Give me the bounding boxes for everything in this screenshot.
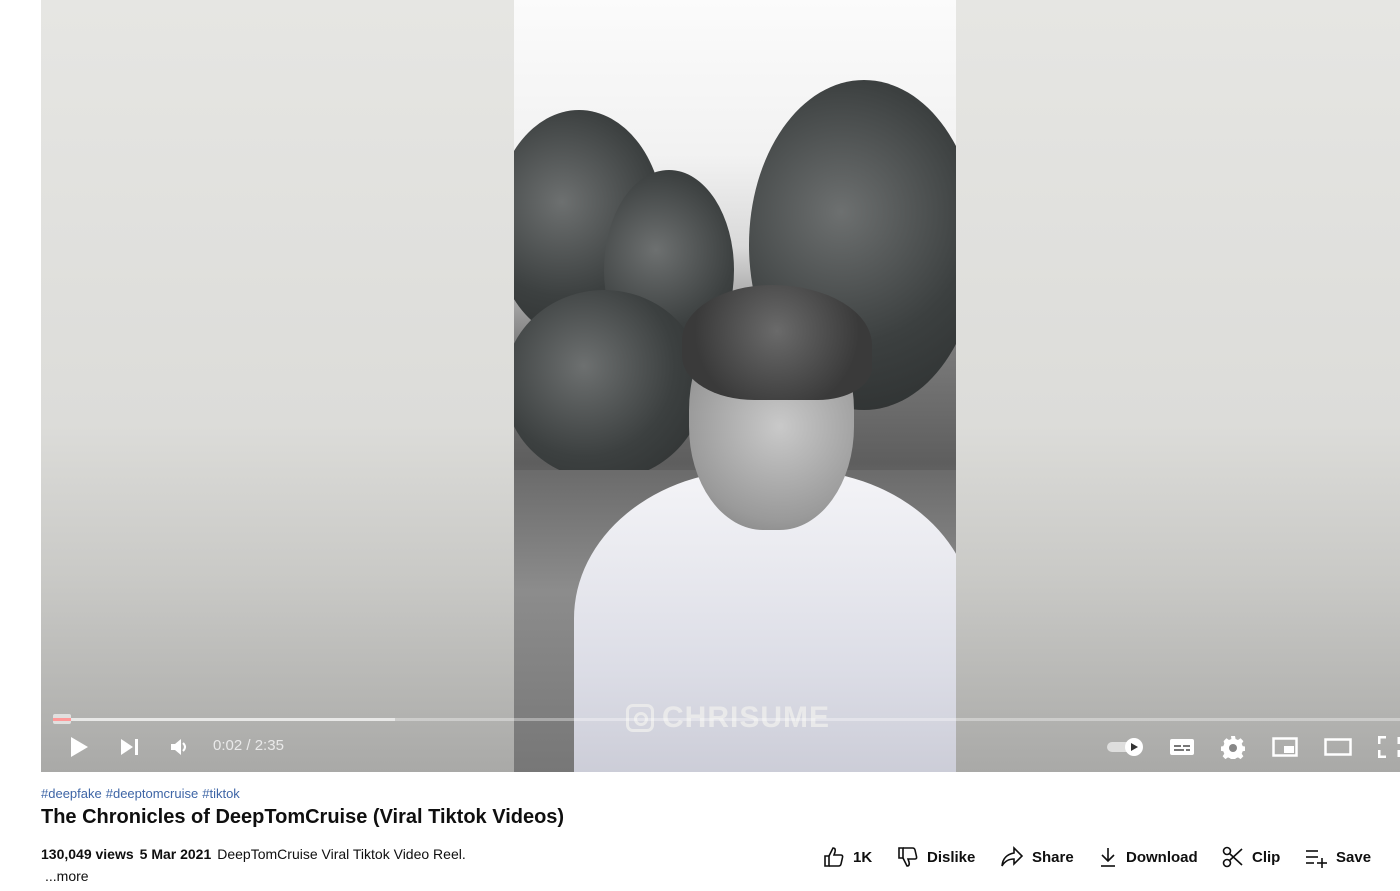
upload-date: 5 Mar 2021 [139, 846, 212, 862]
time-current: 0:02 [213, 737, 243, 754]
theater-button[interactable] [1324, 733, 1352, 761]
play-button[interactable] [67, 733, 91, 761]
fullscreen-button[interactable] [1378, 733, 1400, 761]
volume-button[interactable] [169, 733, 191, 761]
more-link[interactable]: ...more [45, 868, 89, 884]
video-title: The Chronicles of DeepTomCruise (Viral T… [41, 806, 565, 828]
progress-bar[interactable] [53, 718, 1400, 721]
hashtag-list: #deepfake #deeptomcruise #tiktok [41, 786, 240, 801]
video-player[interactable]: CHRISUME 0:02 / 2:35 [41, 0, 1400, 772]
volume-icon [171, 739, 186, 755]
like-count: 1K [853, 848, 873, 866]
thumbs-up-icon [824, 847, 844, 867]
time-duration: 2:35 [254, 737, 284, 754]
play-icon [71, 737, 88, 757]
save-button[interactable]: Save [1304, 846, 1371, 868]
like-button[interactable]: 1K [823, 846, 872, 868]
time-separator: / [242, 737, 255, 754]
view-count: 130,049 views [41, 846, 134, 862]
video-info: #deepfake #deeptomcruise #tiktok The Chr… [41, 772, 1400, 891]
save-label: Save [1336, 848, 1372, 866]
progress-buffered [53, 718, 396, 721]
download-label: Download [1126, 848, 1198, 866]
thumbs-down-icon [898, 847, 918, 867]
bushes-left [514, 290, 704, 480]
video-frame[interactable]: CHRISUME [514, 0, 956, 772]
hashtag-link[interactable]: #deeptomcruise [106, 786, 199, 801]
share-button[interactable]: Share [1000, 846, 1074, 868]
time-display: 0:02 / 2:35 [213, 737, 284, 754]
miniplayer-button[interactable] [1272, 733, 1298, 761]
hashtag-link[interactable]: #deepfake [41, 786, 102, 801]
share-icon [1001, 846, 1024, 867]
clip-button[interactable]: Clip [1222, 846, 1280, 868]
next-button[interactable] [119, 733, 141, 761]
autoplay-toggle[interactable] [1107, 733, 1145, 761]
person-hair [682, 285, 872, 400]
video-meta[interactable]: 130,049 views 5 Mar 2021 DeepTomCruise V… [41, 846, 466, 862]
miniplayer-icon [1272, 737, 1298, 757]
description-snippet: DeepTomCruise Viral Tiktok Video Reel. [217, 846, 466, 862]
add-to-playlist-icon [1306, 850, 1327, 868]
download-button[interactable]: Download [1098, 846, 1198, 868]
settings-button[interactable] [1221, 733, 1245, 761]
autoplay-toggle-icon [1107, 738, 1143, 756]
dislike-label: Dislike [927, 848, 976, 866]
theater-icon [1324, 738, 1352, 756]
progress-scrubber[interactable] [53, 714, 71, 724]
fullscreen-icon [1378, 736, 1400, 758]
scissors-icon [1222, 846, 1243, 868]
dislike-button[interactable]: Dislike [897, 846, 975, 868]
settings-icon [1221, 736, 1245, 759]
download-icon [1101, 848, 1115, 867]
next-icon [121, 739, 138, 755]
hashtag-link[interactable]: #tiktok [202, 786, 240, 801]
clip-label: Clip [1252, 848, 1281, 866]
share-label: Share [1032, 848, 1074, 866]
subtitles-button[interactable] [1169, 733, 1195, 761]
subtitles-icon [1170, 739, 1194, 755]
